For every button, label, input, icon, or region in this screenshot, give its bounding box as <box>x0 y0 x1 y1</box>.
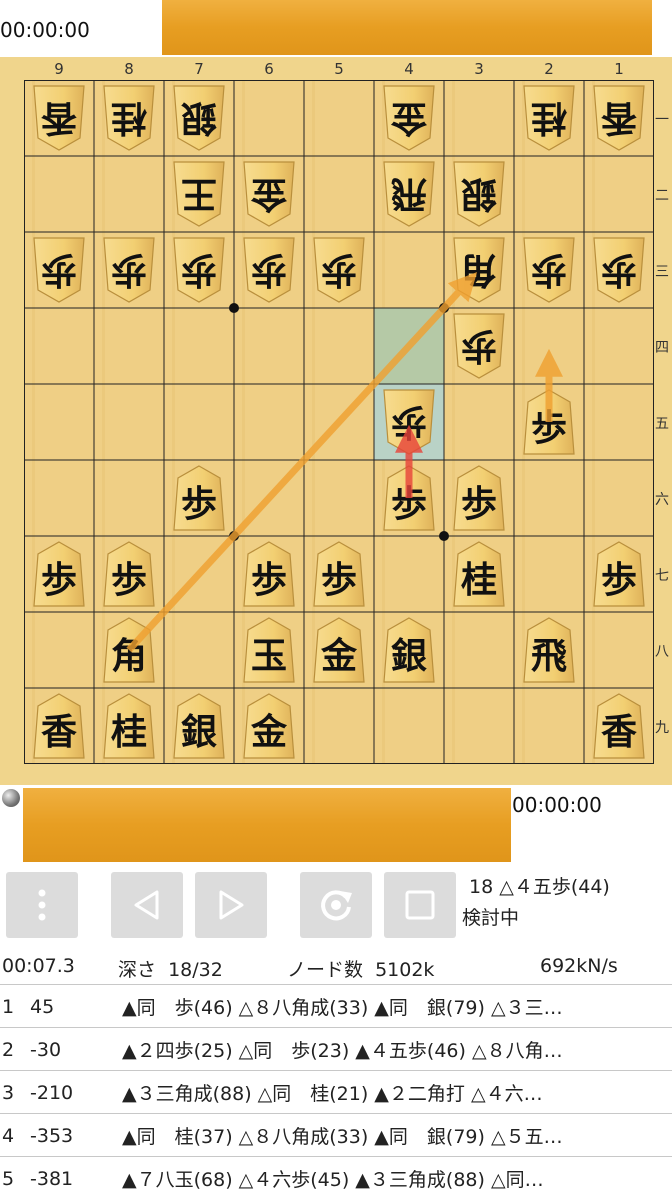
pv-moves: ▲同 歩(46) △８八角成(33) ▲同 銀(79) △３三… <box>122 997 563 1019</box>
pv-row[interactable]: 1 45 ▲同 歩(46) △８八角成(33) ▲同 銀(79) △３三… <box>0 984 672 1028</box>
rank-label: 七 <box>655 568 669 584</box>
pv-score: 45 <box>30 995 55 1018</box>
rank-label: 四 <box>655 340 669 356</box>
next-move-button[interactable] <box>195 872 267 938</box>
file-label: 4 <box>404 60 414 78</box>
pv-number: 5 <box>2 1167 15 1190</box>
pv-score: -30 <box>30 1038 62 1061</box>
gote-hand-area <box>162 0 652 55</box>
file-label: 5 <box>334 60 344 78</box>
pv-number: 2 <box>2 1038 15 1061</box>
pv-score: -381 <box>30 1167 74 1190</box>
sente-hand-area <box>23 788 511 862</box>
engine-nodes: ノード数 5102k <box>287 959 435 981</box>
file-label: 1 <box>614 60 624 78</box>
current-move-text: 18 △４五歩(44) <box>469 876 610 898</box>
pv-row[interactable]: 2 -30 ▲２四歩(25) △同 歩(23) ▲４五歩(46) △８八角… <box>0 1027 672 1071</box>
pv-number: 3 <box>2 1081 15 1104</box>
rank-label: 一 <box>655 112 669 128</box>
pv-row[interactable]: 4 -353 ▲同 桂(37) △８八角成(33) ▲同 銀(79) △５五… <box>0 1113 672 1157</box>
pv-row[interactable]: 5 -381 ▲７八玉(68) △４六歩(45) ▲３三角成(88) △同… <box>0 1156 672 1200</box>
file-label: 8 <box>124 60 134 78</box>
bottom-clock: 00:00:00 <box>512 793 602 817</box>
pv-row[interactable]: 3 -210 ▲３三角成(88) △同 桂(21) ▲２二角打 △４六… <box>0 1070 672 1114</box>
pv-moves: ▲同 桂(37) △８八角成(33) ▲同 銀(79) △５五… <box>122 1126 563 1148</box>
triangle-left-icon <box>134 890 159 920</box>
rank-label: 八 <box>655 644 669 660</box>
rank-label: 六 <box>655 492 669 508</box>
pv-number: 1 <box>2 995 15 1018</box>
analysis-state-text: 検討中 <box>462 907 520 929</box>
engine-nps: 692kN/s <box>540 955 618 977</box>
menu-button[interactable] <box>6 872 78 938</box>
pv-moves: ▲２四歩(25) △同 歩(23) ▲４五歩(46) △８八角… <box>122 1040 563 1062</box>
file-label: 6 <box>264 60 274 78</box>
rank-label: 五 <box>655 416 669 432</box>
pv-score: -210 <box>30 1081 74 1104</box>
refresh-icon <box>321 890 352 921</box>
pv-number: 4 <box>2 1124 15 1147</box>
top-clock: 00:00:00 <box>0 18 90 42</box>
stop-button[interactable] <box>384 872 456 938</box>
pv-moves: ▲７八玉(68) △４六歩(45) ▲３三角成(88) △同… <box>122 1169 544 1191</box>
pv-moves: ▲３三角成(88) △同 桂(21) ▲２二角打 △４六… <box>122 1083 543 1105</box>
square-stop-icon <box>405 890 435 920</box>
file-label: 3 <box>474 60 484 78</box>
rank-label: 二 <box>655 188 669 204</box>
reload-button[interactable] <box>300 872 372 938</box>
file-label: 2 <box>544 60 554 78</box>
engine-time: 00:07.3 <box>2 955 75 977</box>
file-label: 9 <box>54 60 64 78</box>
rank-label: 九 <box>655 720 669 736</box>
engine-depth: 深さ 18/32 <box>118 959 223 981</box>
file-label: 7 <box>194 60 204 78</box>
previous-move-button[interactable] <box>111 872 183 938</box>
move-arrow <box>126 272 478 653</box>
triangle-right-icon <box>219 890 244 920</box>
rank-label: 三 <box>655 264 669 280</box>
turn-indicator <box>2 789 20 807</box>
pv-score: -353 <box>30 1124 74 1147</box>
kebab-menu-icon <box>38 889 46 921</box>
analysis-arrows <box>126 272 563 653</box>
